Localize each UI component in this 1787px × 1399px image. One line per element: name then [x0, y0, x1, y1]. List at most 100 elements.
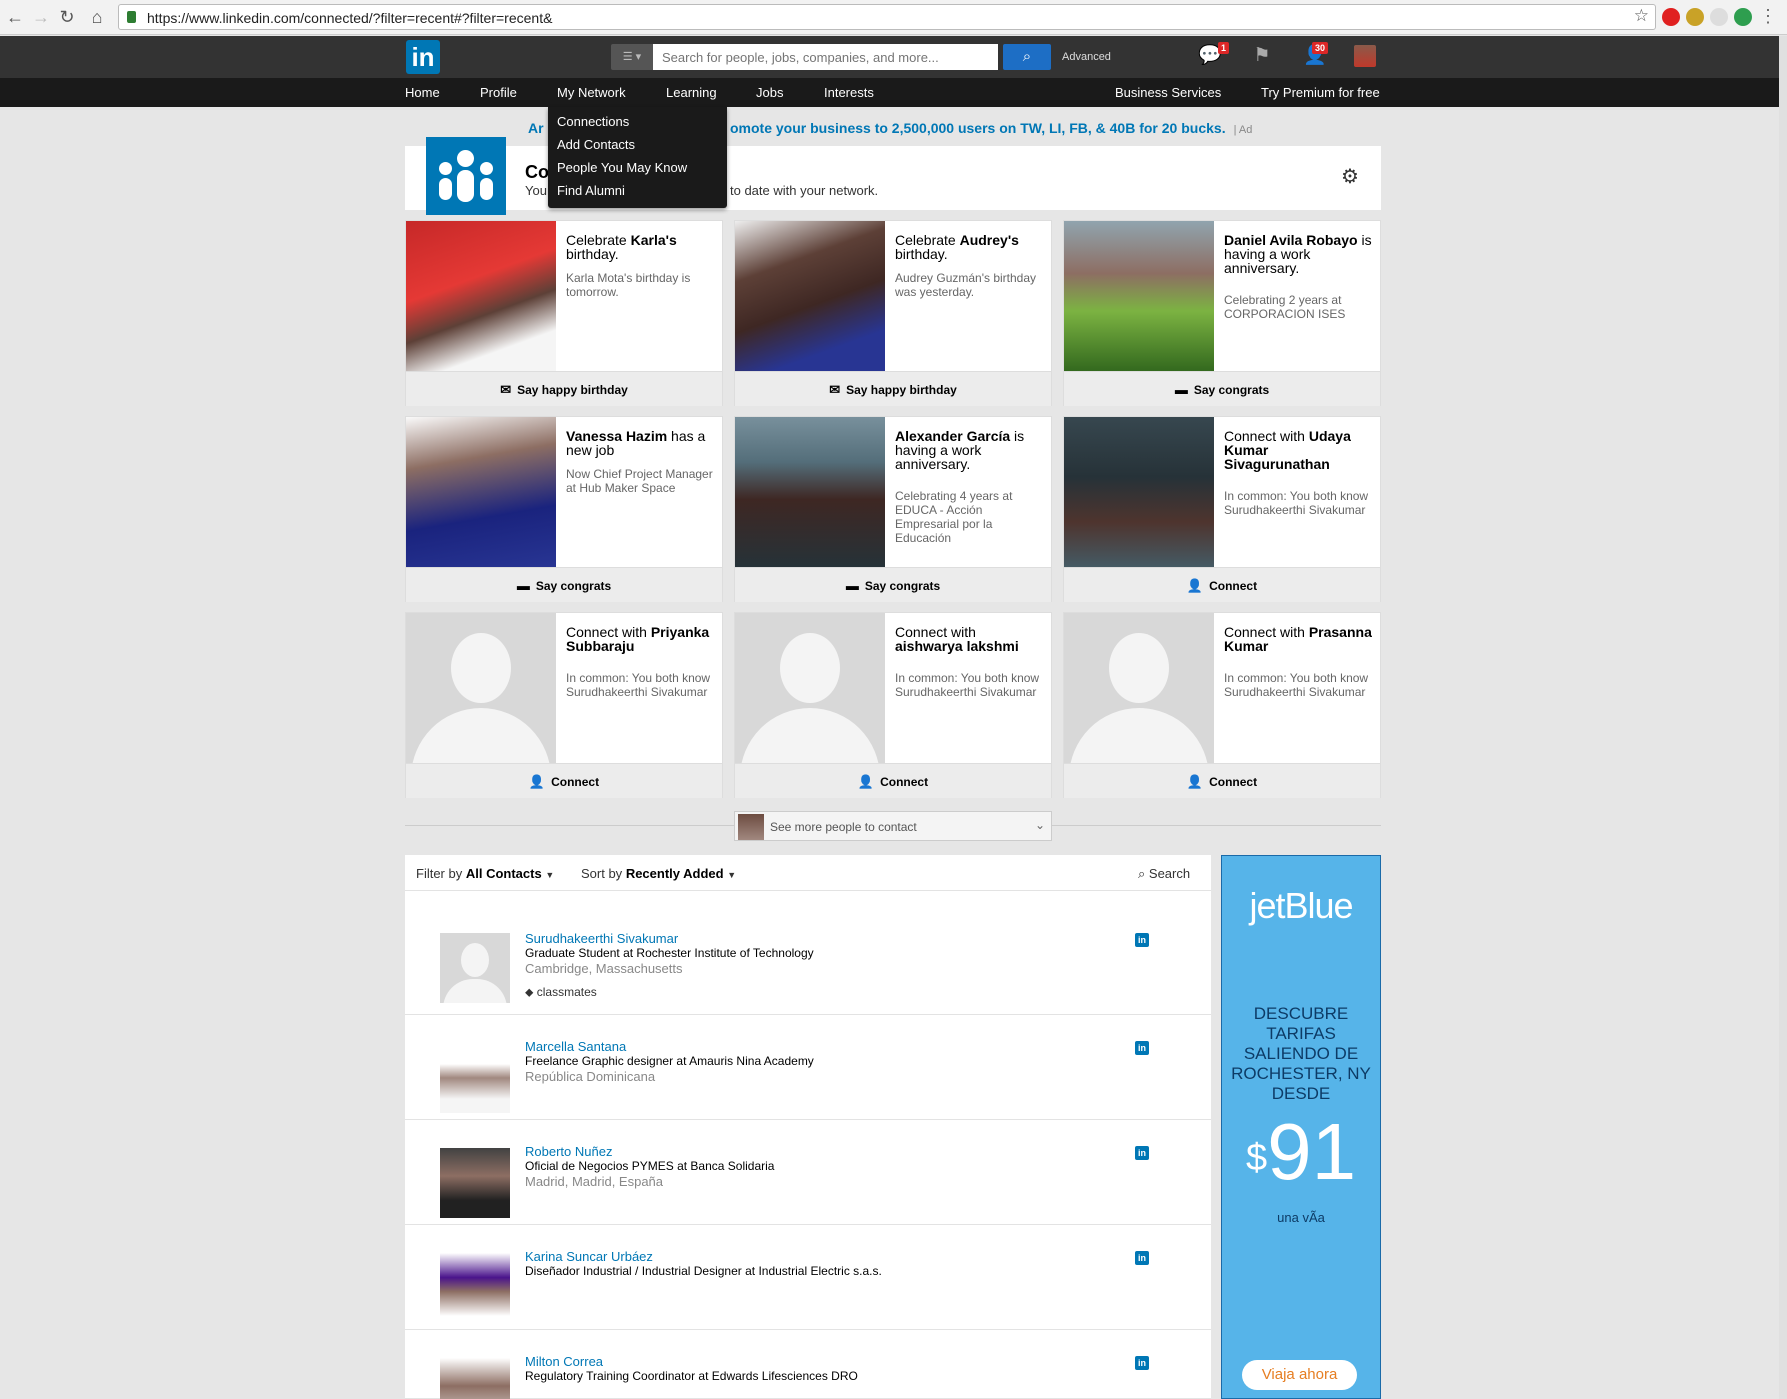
connected-subtitle-right: to date with your network.	[730, 183, 879, 198]
nav-interests[interactable]: Interests	[824, 85, 874, 100]
card-action-label: Say happy birthday	[517, 383, 628, 397]
notification-card: Connect with Priyanka Subbaraju In common…	[405, 612, 723, 798]
profile-photo[interactable]	[1064, 613, 1214, 763]
linkedin-profile-icon[interactable]: in	[1135, 1041, 1149, 1055]
forward-icon[interactable]: →	[30, 6, 52, 28]
contact-name[interactable]: Roberto Nuñez	[525, 1144, 612, 1159]
extension-icon[interactable]	[1734, 8, 1752, 26]
profile-photo[interactable]	[735, 417, 885, 567]
extension-icon[interactable]	[1710, 8, 1728, 26]
profile-photo[interactable]	[735, 613, 885, 763]
dropdown-item-add-contacts[interactable]: Add Contacts	[557, 137, 635, 152]
card-description: Audrey Guzmán's birthday was yesterday.	[895, 271, 1037, 299]
card-action-button[interactable]: 👤 Connect	[735, 763, 1051, 798]
nav-learning[interactable]: Learning	[666, 85, 717, 100]
jetblue-cta-button[interactable]: Viaja ahora	[1242, 1360, 1357, 1390]
linkedin-logo[interactable]: in	[406, 40, 440, 74]
contact-row: Marcella Santana Freelance Graphic design…	[405, 1015, 1211, 1120]
contact-tag[interactable]: ⬥ classmates	[525, 985, 597, 1000]
contact-name[interactable]: Karina Suncar Urbáez	[525, 1249, 653, 1264]
filter-dropdown[interactable]: Filter by All Contacts ▼	[416, 866, 554, 881]
nav-profile[interactable]: Profile	[480, 85, 517, 100]
contact-name[interactable]: Marcella Santana	[525, 1039, 626, 1054]
card-title-name[interactable]: Audrey's	[960, 232, 1019, 248]
dropdown-item-connections[interactable]: Connections	[557, 114, 629, 129]
card-title: Celebrate Audrey's birthday.	[895, 233, 1045, 261]
search-button[interactable]: ⌕	[1003, 44, 1051, 70]
address-bar[interactable]: https://www.linkedin.com/connected/?filt…	[118, 4, 1656, 30]
extension-icon[interactable]	[1686, 8, 1704, 26]
search-icon: ⌕	[1138, 866, 1146, 881]
linkedin-profile-icon[interactable]: in	[1135, 1356, 1149, 1370]
card-action-button[interactable]: ▬ Say congrats	[735, 567, 1051, 602]
jetblue-currency: $	[1245, 1137, 1268, 1179]
back-icon[interactable]: ←	[4, 6, 26, 28]
contact-photo[interactable]	[440, 1043, 510, 1113]
contact-name[interactable]: Surudhakeerthi Sivakumar	[525, 931, 678, 946]
profile-photo[interactable]	[406, 417, 556, 567]
card-title-name[interactable]: Karla's	[631, 232, 677, 248]
linkedin-profile-icon[interactable]: in	[1135, 1251, 1149, 1265]
sort-dropdown[interactable]: Sort by Recently Added ▼	[581, 866, 736, 881]
scrollbar[interactable]	[1779, 36, 1787, 1399]
contacts-search-button[interactable]: ⌕ Search	[1138, 866, 1190, 882]
menu-icon[interactable]: ⋮	[1759, 6, 1777, 27]
filter-prefix: Filter by	[416, 866, 463, 881]
avatar	[738, 814, 764, 840]
nav-jobs[interactable]: Jobs	[756, 85, 783, 100]
profile-photo[interactable]	[406, 613, 556, 763]
card-action-button[interactable]: ✉ Say happy birthday	[406, 371, 722, 406]
pinterest-icon[interactable]	[1662, 8, 1680, 26]
card-action-button[interactable]: 👤 Connect	[406, 763, 722, 798]
ad-text-left[interactable]: Ar	[528, 120, 544, 136]
advanced-search-link[interactable]: Advanced	[1062, 51, 1111, 63]
avatar[interactable]	[1354, 45, 1376, 67]
linkedin-profile-icon[interactable]: in	[1135, 1146, 1149, 1160]
contact-photo[interactable]	[440, 1358, 510, 1399]
profile-photo[interactable]	[1064, 221, 1214, 371]
card-action-label: Connect	[1209, 775, 1258, 789]
card-description: Now Chief Project Manager at Hub Maker S…	[566, 467, 713, 495]
card-action-button[interactable]: 👤 Connect	[1064, 567, 1380, 602]
envelope-icon: ✉	[829, 382, 841, 397]
contact-photo[interactable]	[440, 933, 510, 1003]
gear-icon[interactable]: ⚙	[1341, 164, 1359, 189]
card-title-name[interactable]: aishwarya lakshmi	[895, 638, 1019, 654]
contact-name[interactable]: Milton Correa	[525, 1354, 603, 1369]
contact-photo[interactable]	[440, 1253, 510, 1323]
nav-my-network[interactable]: My Network	[557, 85, 626, 100]
speech-bubble-icon: ▬	[845, 578, 859, 593]
search-category-icon[interactable]: ☰ ▾	[611, 44, 653, 70]
card-description: In common: You both know Surudhakeerthi …	[566, 671, 711, 699]
contact-location: República Dominicana	[525, 1069, 656, 1084]
home-icon[interactable]: ⌂	[86, 6, 108, 28]
profile-photo[interactable]	[735, 221, 885, 371]
notification-card: Connect with Udaya Kumar Sivagurunathan I…	[1063, 416, 1381, 602]
nav-try-premium[interactable]: Try Premium for free	[1261, 85, 1380, 100]
connected-title: Co	[525, 162, 549, 182]
card-action-button[interactable]: ▬ Say congrats	[1064, 371, 1380, 406]
notification-card: Daniel Avila Robayo is having a work ann…	[1063, 220, 1381, 406]
reload-icon[interactable]: ↻	[56, 6, 78, 28]
profile-photo[interactable]	[1064, 417, 1214, 567]
card-action-button[interactable]: 👤 Connect	[1064, 763, 1380, 798]
ad-text-right[interactable]: omote your business to 2,500,000 users o…	[730, 120, 1226, 136]
card-title: Connect with Prasanna Kumar	[1224, 625, 1374, 653]
ad-text[interactable]: omote your business to 2,500,000 users o…	[730, 120, 1252, 136]
add-person-icon: 👤	[857, 774, 875, 789]
card-action-button[interactable]: ✉ Say happy birthday	[735, 371, 1051, 406]
nav-home[interactable]: Home	[405, 85, 440, 100]
jetblue-via: una vÃa	[1277, 1210, 1325, 1225]
see-more-people-button[interactable]: See more people to contact ⌄	[734, 811, 1052, 841]
bookmark-star-icon[interactable]: ☆	[1634, 6, 1649, 26]
linkedin-profile-icon[interactable]: in	[1135, 933, 1149, 947]
flag-icon[interactable]: ⚑	[1250, 45, 1274, 67]
dropdown-item-find-alumni[interactable]: Find Alumni	[557, 183, 625, 198]
contact-photo[interactable]	[440, 1148, 510, 1218]
profile-photo[interactable]	[406, 221, 556, 371]
dropdown-item-people-you-may-know[interactable]: People You May Know	[557, 160, 687, 175]
search-input[interactable]	[653, 44, 998, 70]
nav-business-services[interactable]: Business Services	[1115, 85, 1221, 100]
contact-row: Surudhakeerthi Sivakumar Graduate Student…	[405, 891, 1211, 1015]
card-action-button[interactable]: ▬ Say congrats	[406, 567, 722, 602]
